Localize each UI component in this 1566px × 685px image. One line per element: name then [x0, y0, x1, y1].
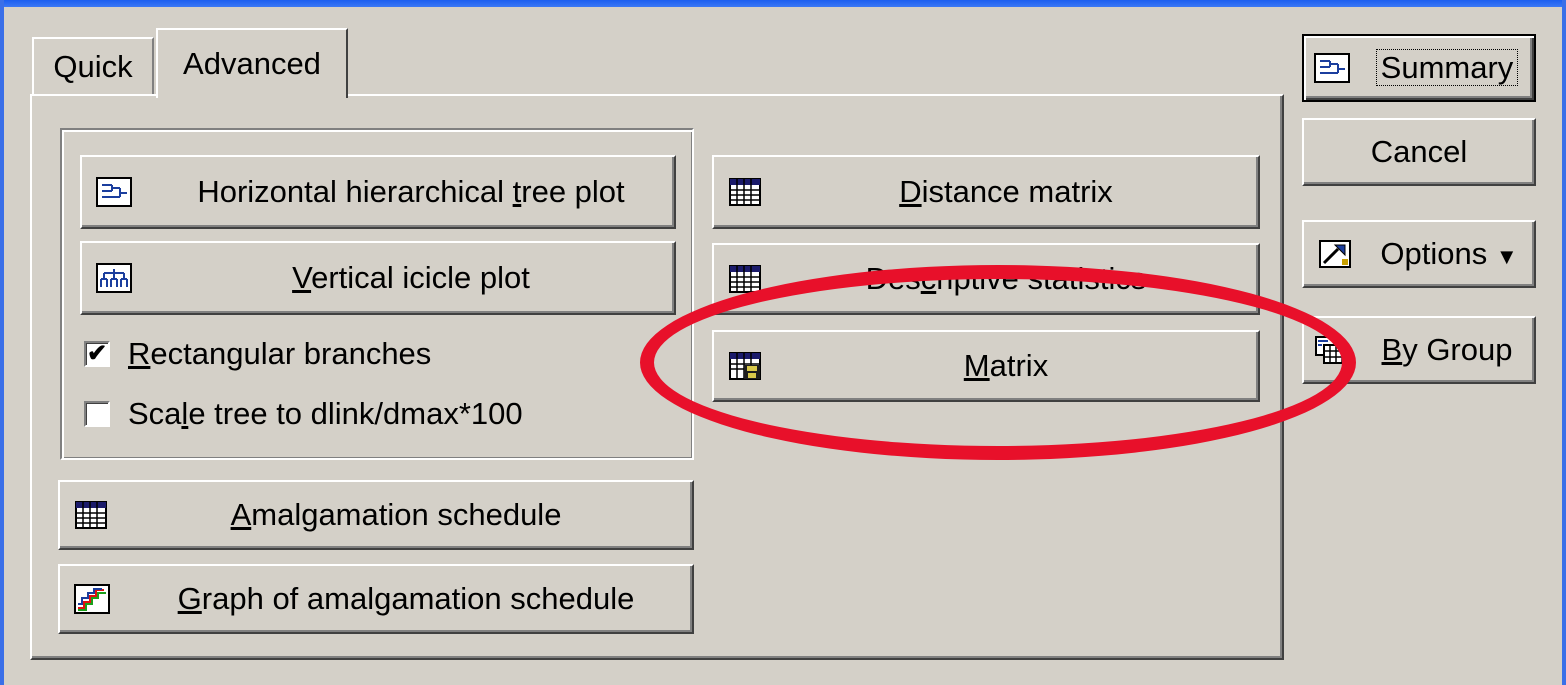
spreadsheet-icon — [729, 178, 761, 206]
tab-advanced-label: Advanced — [183, 46, 321, 81]
vertical-icicle-plot-label: Vertical icicle plot — [292, 260, 530, 295]
summary-button[interactable]: Summary — [1302, 34, 1536, 102]
window-left-border — [0, 0, 4, 685]
graph-amalgamation-schedule-button[interactable]: Graph of amalgamation schedule — [58, 564, 694, 634]
tree-plot-icon — [1314, 53, 1350, 83]
scale-tree-option[interactable]: Scale tree to dlink/dmax*100 — [84, 396, 523, 432]
rectangular-branches-checkbox[interactable]: ✔ — [84, 341, 110, 367]
spreadsheet-icon — [729, 265, 761, 293]
matrix-button[interactable]: Matrix — [712, 330, 1260, 402]
horizontal-tree-plot-button[interactable]: Horizontal hierarchical tree plot — [80, 155, 676, 229]
matrix-label: Matrix — [963, 348, 1049, 383]
cancel-label: Cancel — [1370, 134, 1468, 169]
line-graph-icon — [74, 584, 110, 614]
rectangular-branches-option[interactable]: ✔ Rectangular branches — [84, 336, 431, 372]
descriptive-statistics-button[interactable]: Descriptive statistics — [712, 243, 1260, 315]
rectangular-branches-label: Rectangular branches — [128, 336, 432, 371]
descriptive-statistics-label: Descriptive statistics — [865, 261, 1147, 296]
distance-matrix-button[interactable]: Distance matrix — [712, 155, 1260, 229]
vertical-icicle-plot-button[interactable]: Vertical icicle plot — [80, 241, 676, 315]
distance-matrix-label: Distance matrix — [899, 174, 1113, 209]
cancel-button[interactable]: Cancel — [1302, 118, 1536, 186]
options-button[interactable]: Options ▼ — [1302, 220, 1536, 288]
spreadsheet-icon — [75, 501, 107, 529]
amalgamation-schedule-button[interactable]: Amalgamation schedule — [58, 480, 694, 550]
options-icon — [1319, 240, 1351, 268]
scale-tree-label: Scale tree to dlink/dmax*100 — [128, 396, 523, 431]
graph-amalgamation-schedule-label: Graph of amalgamation schedule — [177, 581, 635, 616]
tab-advanced[interactable]: Advanced — [156, 28, 348, 98]
tree-plot-icon — [96, 177, 132, 207]
scale-tree-checkbox[interactable] — [84, 401, 110, 427]
chevron-down-icon: ▼ — [1495, 244, 1518, 269]
matrix-save-icon — [729, 352, 761, 380]
window-right-border — [1562, 0, 1566, 685]
tab-quick[interactable]: Quick — [32, 37, 154, 95]
icicle-icon — [96, 263, 132, 293]
by-group-button[interactable]: By Group — [1302, 316, 1536, 384]
amalgamation-schedule-label: Amalgamation schedule — [230, 497, 562, 532]
by-group-icon — [1315, 336, 1349, 364]
window-title-edge — [0, 0, 1566, 7]
horizontal-tree-plot-label: Horizontal hierarchical tree plot — [197, 174, 625, 209]
